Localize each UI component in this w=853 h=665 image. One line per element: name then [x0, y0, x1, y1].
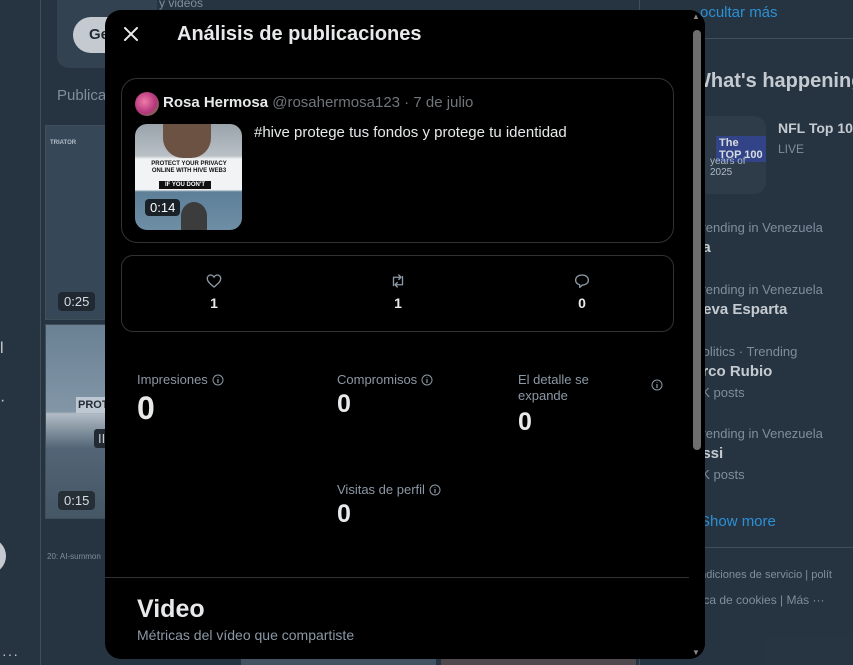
avatar[interactable] — [135, 92, 159, 116]
likes-stat: 1 — [184, 272, 244, 311]
replies-count: 0 — [578, 295, 586, 311]
video-section-subtitle: Métricas del vídeo que compartiste — [137, 627, 355, 643]
info-icon[interactable] — [651, 379, 663, 391]
likes-count: 1 — [210, 295, 218, 311]
video-duration: 0:14 — [145, 199, 181, 216]
info-icon[interactable] — [212, 374, 224, 386]
metric-value: 0 — [137, 390, 155, 426]
metric-label: Visitas de perfil — [337, 482, 425, 497]
info-icon[interactable] — [429, 484, 441, 496]
thumbnail-caption: IF YOU DON'T — [159, 181, 211, 189]
metric-impressions: Impresiones 0 — [137, 372, 224, 427]
metric-value: 0 — [518, 408, 532, 436]
close-button[interactable] — [117, 20, 145, 48]
author-handle-date: @rosahermosa123 · 7 de julio — [272, 94, 474, 111]
post-meta: Rosa Hermosa @rosahermosa123 · 7 de juli… — [163, 94, 473, 111]
post-analytics-modal: Análisis de publicaciones Rosa Hermosa @… — [105, 10, 705, 659]
metric-profile-visits: Visitas de perfil 0 — [337, 482, 441, 529]
scroll-down-icon[interactable]: ▼ — [692, 648, 700, 657]
post-text: #hive protege tus fondos y protege tu id… — [254, 124, 567, 141]
metric-value: 0 — [337, 390, 351, 418]
video-thumbnail[interactable]: PROTECT YOUR PRIVACY ONLINE WITH HIVE WE… — [135, 124, 242, 230]
heart-icon — [206, 274, 222, 288]
repost-icon — [392, 274, 404, 288]
reposts-stat: 1 — [368, 272, 428, 311]
thumbnail-caption: PROTECT YOUR PRIVACY ONLINE WITH HIVE WE… — [151, 161, 227, 174]
metric-label: Impresiones — [137, 372, 208, 387]
modal-scrollbar[interactable]: ▲ ▼ — [689, 10, 705, 659]
video-section-title: Video — [137, 595, 205, 623]
metric-engagements: Compromisos 0 — [337, 372, 433, 419]
thumbnail-person — [181, 202, 207, 230]
post-preview[interactable]: Rosa Hermosa @rosahermosa123 · 7 de juli… — [121, 78, 674, 243]
engagement-summary: 1 1 0 — [121, 255, 674, 332]
close-icon — [124, 27, 138, 41]
metric-detail-expands: El detalle se expande 0 — [518, 372, 663, 437]
metric-label: El detalle se expande — [518, 372, 589, 403]
section-divider — [105, 577, 705, 578]
replies-stat: 0 — [552, 272, 612, 311]
info-icon[interactable] — [421, 374, 433, 386]
metric-label: Compromisos — [337, 372, 418, 387]
modal-title: Análisis de publicaciones — [177, 23, 422, 45]
modal-header: Análisis de publicaciones — [105, 10, 705, 60]
reply-icon — [574, 274, 590, 289]
thumbnail-person — [163, 124, 211, 158]
metric-value: 0 — [337, 500, 351, 528]
author-name[interactable]: Rosa Hermosa — [163, 94, 268, 111]
scroll-up-icon[interactable]: ▲ — [692, 12, 700, 21]
reposts-count: 1 — [394, 295, 402, 311]
scrollbar-thumb[interactable] — [693, 30, 701, 450]
